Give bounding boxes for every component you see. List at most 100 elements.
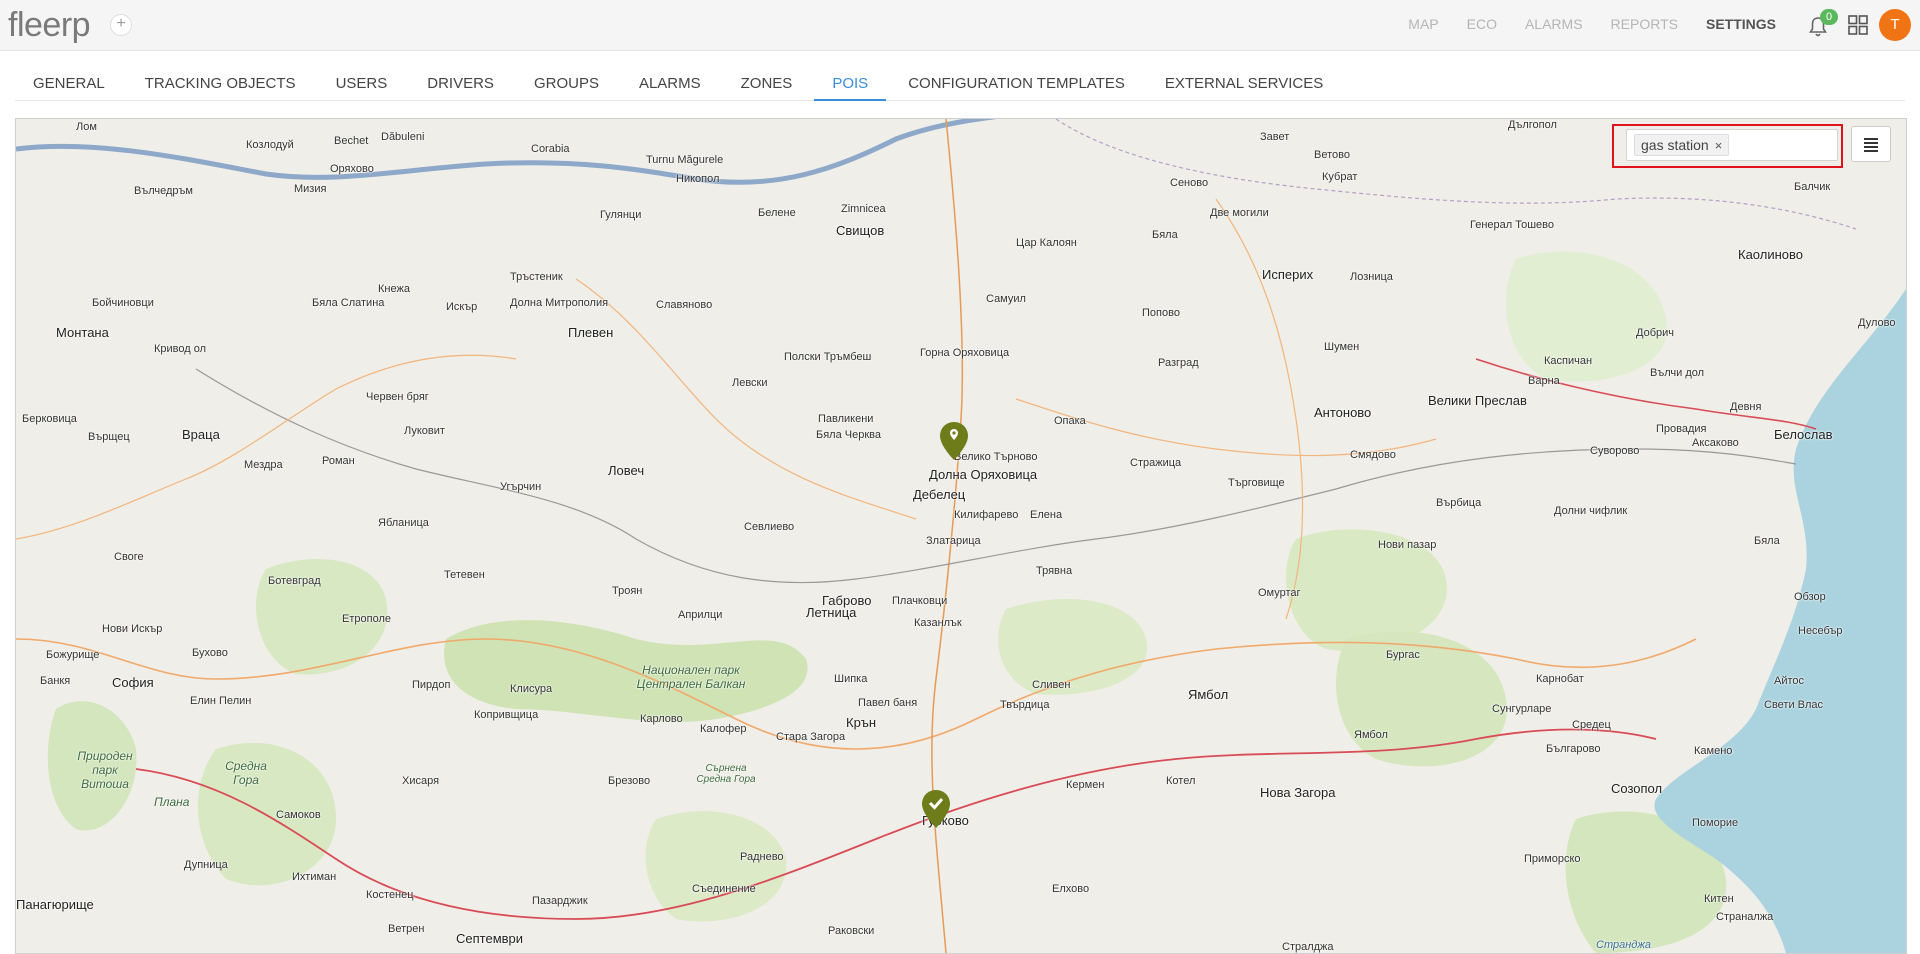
nav-reports[interactable]: REPORTS — [1611, 16, 1678, 32]
city-label: Елин Пелин — [190, 695, 252, 707]
tab-external-services[interactable]: EXTERNAL SERVICES — [1147, 62, 1341, 100]
city-label: Ветрен — [388, 923, 425, 935]
city-label: Павликени — [818, 413, 874, 425]
city-label: Банкя — [40, 675, 71, 687]
city-label: Търговище — [1228, 477, 1285, 489]
city-label: Угърчин — [500, 481, 542, 493]
city-label: Своге — [114, 551, 144, 563]
layers-button[interactable] — [1851, 126, 1891, 162]
city-label: Свети Влас — [1764, 699, 1824, 711]
city-label: Мездра — [244, 459, 283, 471]
city-label: Шипка — [834, 673, 868, 685]
app-logo[interactable]: fleerp — [8, 6, 91, 45]
city-label: Омуртаг — [1258, 587, 1301, 599]
city-label: Ябланица — [378, 517, 429, 529]
top-bar: fleerp + MAP ECO ALARMS REPORTS SETTINGS… — [0, 0, 1920, 51]
city-label: Искър — [446, 301, 478, 313]
city-label: Лозница — [1350, 271, 1393, 283]
tab-zones[interactable]: ZONES — [723, 62, 811, 100]
tab-tracking-objects[interactable]: TRACKING OBJECTS — [127, 62, 314, 100]
city-label: Гулянци — [600, 209, 642, 221]
city-label: Corabia — [531, 143, 570, 155]
city-label: Стара Загора — [776, 731, 846, 743]
tab-users[interactable]: USERS — [318, 62, 406, 100]
city-label: Долна Оряховица — [929, 467, 1038, 482]
park-label: Природен парк Витоша — [77, 749, 133, 791]
city-label: София — [112, 675, 154, 690]
tab-alarms[interactable]: ALARMS — [621, 62, 719, 100]
city-label: Червен бряг — [366, 391, 429, 403]
city-label: Лом — [76, 121, 97, 133]
city-label: Севлиево — [744, 521, 795, 533]
city-label: Самуил — [986, 293, 1026, 305]
city-label: Свищов — [836, 223, 885, 238]
city-label: Септември — [456, 931, 524, 946]
city-label: Левски — [732, 377, 768, 389]
city-label: Сливен — [1032, 679, 1071, 691]
apps-grid-icon[interactable] — [1848, 15, 1868, 35]
city-label: Горна Оряховица — [920, 347, 1010, 359]
city-label: Съединение — [692, 883, 756, 895]
city-label: Бяла — [1152, 229, 1178, 241]
city-label: Приморско — [1524, 853, 1581, 865]
city-label: Белене — [758, 207, 796, 219]
nav-eco[interactable]: ECO — [1467, 16, 1497, 32]
add-button[interactable]: + — [110, 14, 132, 36]
city-label: Бяла — [1754, 535, 1780, 547]
city-label: Елена — [1030, 509, 1063, 521]
city-label: Разград — [1158, 357, 1199, 369]
city-label: Крън — [846, 715, 877, 730]
city-label: Клисура — [510, 683, 553, 695]
nav-alarms[interactable]: ALARMS — [1525, 16, 1583, 32]
city-label: Дупница — [184, 859, 228, 871]
city-label: Средец — [1572, 719, 1611, 731]
city-label: Стралджа — [1282, 941, 1334, 953]
tab-configuration-templates[interactable]: CONFIGURATION TEMPLATES — [890, 62, 1143, 100]
highlight-box — [1612, 124, 1843, 168]
city-label: Ямбол — [1354, 729, 1388, 741]
city-label: Берковица — [22, 413, 77, 425]
map-view[interactable]: Летница Лом Козлодуй Bechet Dăbuleni Cor… — [15, 118, 1907, 954]
user-avatar[interactable]: T — [1879, 9, 1911, 41]
city-label: Карнобат — [1536, 673, 1584, 685]
city-label: Костенец — [366, 889, 414, 901]
city-label: Бухово — [192, 647, 228, 659]
city-label: Ловеч — [608, 463, 645, 478]
city-label: Добрич — [1636, 327, 1674, 339]
map-pin-icon[interactable] — [939, 421, 969, 461]
tab-drivers[interactable]: DRIVERS — [409, 62, 512, 100]
city-label: Каспичан — [1544, 355, 1593, 367]
city-label: Оряхово — [330, 163, 374, 175]
city-label: Божурище — [46, 649, 100, 661]
city-label: Трявна — [1036, 565, 1073, 577]
tab-pois[interactable]: POIS — [814, 62, 887, 101]
park-label: Плана — [154, 795, 190, 809]
city-label: Ветово — [1314, 149, 1350, 161]
city-label: Камено — [1694, 745, 1733, 757]
city-label: Нови пазар — [1378, 539, 1437, 551]
city-label: Бургас — [1386, 649, 1420, 661]
city-label: Генерал Тошево — [1470, 219, 1554, 231]
city-label: Панагюрище — [16, 897, 94, 912]
city-label: Созопол — [1611, 781, 1663, 796]
tab-general[interactable]: GENERAL — [15, 62, 123, 100]
map-region-label: Странджа — [1596, 939, 1652, 951]
nav-map[interactable]: MAP — [1408, 16, 1438, 32]
city-label: Кнежа — [378, 283, 410, 295]
city-label: Сунгурларе — [1492, 703, 1552, 715]
city-label: Попово — [1142, 307, 1180, 319]
city-label: Тетевен — [444, 569, 485, 581]
city-label: Пирдоп — [412, 679, 451, 691]
city-label: Кубрат — [1322, 171, 1358, 183]
menu-icon — [1864, 138, 1878, 152]
nav-settings[interactable]: SETTINGS — [1706, 16, 1776, 32]
tab-groups[interactable]: GROUPS — [516, 62, 617, 100]
city-label: Дългопол — [1508, 119, 1557, 131]
city-label: Бяла Слатина — [312, 297, 385, 309]
city-label: Zimnicea — [841, 203, 886, 215]
main-nav: MAP ECO ALARMS REPORTS SETTINGS — [1380, 16, 1776, 32]
check-icon[interactable] — [921, 789, 951, 829]
notification-badge: 0 — [1820, 9, 1838, 25]
city-label: Суворово — [1590, 445, 1640, 457]
city-label: Велики Преслав — [1428, 393, 1527, 408]
